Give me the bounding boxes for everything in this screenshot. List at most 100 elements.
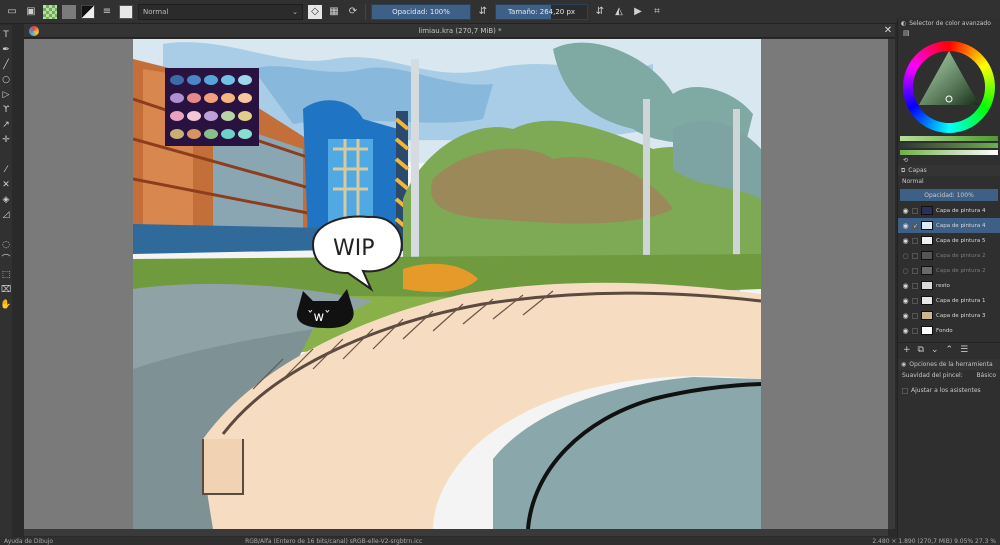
size-stepper-icon[interactable]: ⇵	[593, 5, 607, 19]
size-slider[interactable]: Tamaño: 264,20 px	[495, 3, 588, 20]
alpha-lock-icon[interactable]: ▦	[327, 5, 341, 19]
move-layer-up-icon[interactable]: ⌃	[946, 345, 954, 355]
line-tool-icon[interactable]: ╱	[3, 59, 8, 71]
layer-checkbox[interactable]	[912, 312, 918, 319]
layer-row[interactable]: ○ Capa de pintura 2	[898, 263, 1000, 278]
brush-smoothing-select[interactable]: Básico	[976, 372, 996, 379]
layer-name: Capa de pintura 5	[936, 237, 986, 244]
duplicate-layer-icon[interactable]: ⧉	[918, 345, 924, 355]
eraser-icon[interactable]: ◇	[308, 4, 322, 19]
reload-icon[interactable]: ⟳	[346, 5, 360, 19]
visibility-eye-icon[interactable]: ◉	[902, 237, 909, 245]
layer-checkbox[interactable]	[912, 207, 918, 214]
visibility-eye-icon[interactable]: ◉	[902, 222, 909, 230]
pan-tool-icon[interactable]: ✋	[0, 299, 11, 311]
crop-icon[interactable]: ⌗	[650, 5, 664, 19]
visibility-eye-icon[interactable]: ◉	[902, 327, 909, 335]
perspective-tool-icon[interactable]: ◈	[3, 194, 10, 206]
layer-checkbox[interactable]	[912, 237, 918, 244]
layer-name: Capa de pintura 2	[936, 252, 986, 259]
layer-checkbox[interactable]	[912, 282, 918, 289]
swap-colors-icon[interactable]	[81, 4, 95, 19]
status-right: 2.480 × 1.890 (270,7 MiB) 9.05% 27.3 %	[872, 537, 996, 545]
krita-document-icon	[29, 25, 39, 36]
mirror-horizontal-icon[interactable]: ◭	[612, 5, 626, 19]
painting-canvas[interactable]: WIP ˇwˇ	[133, 39, 761, 529]
assistants-row: Ajustar a los asistentes	[898, 385, 1000, 396]
layer-thumbnail	[921, 296, 933, 305]
freehand-select-icon[interactable]: ⌒	[1, 254, 10, 266]
visibility-eye-icon[interactable]: ◉	[902, 297, 909, 305]
horizontal-scrollbar[interactable]	[24, 529, 888, 536]
folder-icon[interactable]: ▭	[5, 5, 19, 19]
opacity-slider[interactable]: Opacidad: 100%	[371, 3, 471, 20]
palette-swatch	[204, 75, 218, 85]
layer-name: Capa de pintura 4	[936, 207, 986, 214]
fill-pattern-icon[interactable]	[62, 4, 76, 19]
layer-properties-icon[interactable]: ☰	[960, 345, 968, 355]
blend-mode-select[interactable]: Normal ⌄	[138, 3, 303, 20]
hue-bar[interactable]	[900, 136, 998, 141]
color-selector-title: Selector de color avanzado	[909, 20, 991, 27]
brush-smoothing-row: Suavidad del pincel: Básico	[898, 370, 1000, 381]
polygon-tool-icon[interactable]: ▷	[3, 89, 10, 101]
brush-settings-icon[interactable]: ≡	[100, 5, 114, 19]
layer-row[interactable]: ◉ ✓ Capa de pintura 4	[898, 218, 1000, 233]
layer-row[interactable]: ◉ Capa de pintura 4	[898, 203, 1000, 218]
layer-row[interactable]: ◉ Capa de pintura 1	[898, 293, 1000, 308]
color-settings-row: ▤	[898, 29, 1000, 39]
saturation-bar[interactable]	[900, 143, 998, 148]
layers-blend-select[interactable]: Normal	[898, 176, 1000, 187]
vertical-scrollbar[interactable]	[888, 39, 895, 529]
eyedropper-icon[interactable]: ⁄	[5, 164, 7, 176]
layer-list: ◉ Capa de pintura 4 ◉ ✓ Capa de pintura 4 ◉ Ca…	[898, 203, 1000, 338]
ellipse-select-icon[interactable]: ◌	[2, 239, 10, 251]
color-wheel-area[interactable]	[898, 39, 1000, 134]
document-tab-title[interactable]: limiau.kra (270,7 MiB) *	[39, 27, 881, 35]
assistant-tool-icon[interactable]: ✕	[2, 179, 10, 191]
layer-thumbnail	[921, 266, 933, 275]
brush-preset-icon[interactable]	[119, 4, 133, 19]
visibility-eye-icon[interactable]: ◉	[902, 207, 909, 215]
text-tool-icon[interactable]: T	[3, 29, 9, 41]
freehand-path-icon[interactable]: ↗	[2, 119, 10, 131]
layer-checkbox[interactable]: ✓	[912, 222, 918, 229]
close-icon[interactable]: ✕	[881, 25, 895, 36]
visibility-eye-icon[interactable]: ◉	[902, 312, 909, 320]
toolbar-separator	[365, 3, 366, 20]
layer-checkbox[interactable]	[912, 267, 918, 274]
layer-row[interactable]: ◉ Fondo	[898, 323, 1000, 338]
layer-checkbox[interactable]	[912, 297, 918, 304]
measure-tool-icon[interactable]: ◿	[3, 209, 10, 221]
layer-name: Capa de pintura 2	[936, 267, 986, 274]
gradient-pattern-icon[interactable]	[43, 4, 57, 19]
layers-panel-icon: ⧉	[901, 166, 906, 174]
layer-checkbox[interactable]	[912, 252, 918, 259]
assistants-checkbox[interactable]	[902, 387, 908, 394]
bezier-tool-icon[interactable]: ϒ	[3, 104, 9, 116]
color-wheel[interactable]	[899, 39, 999, 134]
pen-tool-icon[interactable]: ✒	[2, 44, 10, 56]
visibility-eye-icon[interactable]: ○	[902, 267, 909, 275]
similar-select-icon[interactable]: ⬚	[2, 269, 11, 281]
reset-colors-icon[interactable]: ⟲	[903, 157, 908, 164]
value-bar[interactable]	[900, 150, 998, 155]
layer-checkbox[interactable]	[912, 327, 918, 334]
layer-row[interactable]: ○ Capa de pintura 2	[898, 248, 1000, 263]
color-sliders[interactable]	[898, 136, 1000, 155]
move-tool-icon[interactable]: ✛	[2, 134, 10, 146]
layers-opacity-slider[interactable]: Opacidad: 100%	[900, 189, 998, 201]
mirror-vertical-icon[interactable]: ▶	[631, 5, 645, 19]
visibility-eye-icon[interactable]: ◉	[902, 282, 909, 290]
visibility-eye-icon[interactable]: ○	[902, 252, 909, 260]
move-layer-down-icon[interactable]: ⌄	[931, 345, 939, 355]
layer-row[interactable]: ◉ Capa de pintura 3	[898, 308, 1000, 323]
layer-row[interactable]: ◉ resto	[898, 278, 1000, 293]
ellipse-tool-icon[interactable]: ○	[2, 74, 10, 86]
add-layer-icon[interactable]: +	[903, 345, 911, 355]
save-icon[interactable]: ▣	[24, 5, 38, 19]
layer-row[interactable]: ◉ Capa de pintura 5	[898, 233, 1000, 248]
opacity-stepper-icon[interactable]: ⇵	[476, 5, 490, 19]
settings-icon[interactable]: ▤	[903, 29, 910, 37]
bezier-select-icon[interactable]: ⌧	[1, 284, 11, 296]
